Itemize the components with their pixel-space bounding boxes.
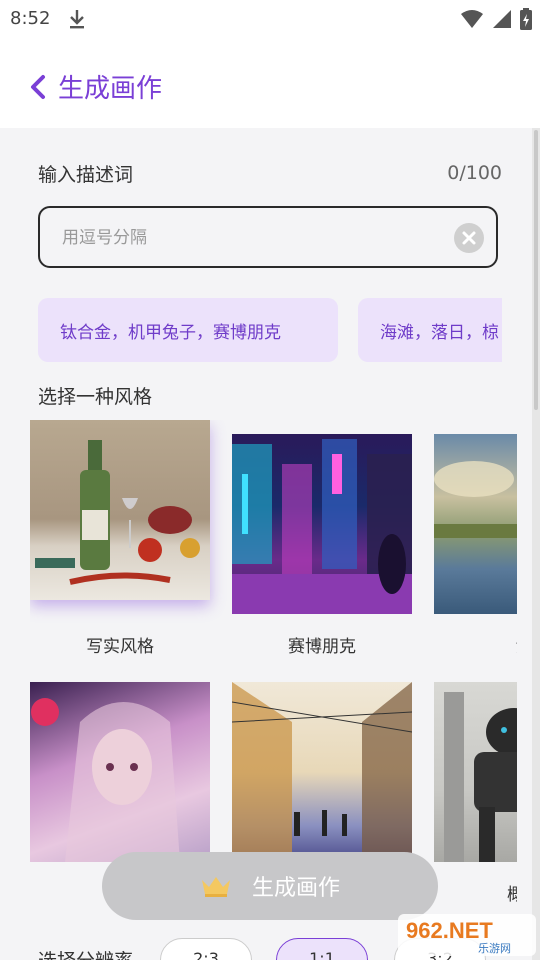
- watercolor-street-image: [232, 682, 412, 862]
- concept-robot-image: [444, 692, 517, 862]
- status-icons: [460, 8, 532, 30]
- scrollbar-thumb[interactable]: [534, 130, 538, 410]
- resolution-option-1-1[interactable]: 1:1: [276, 938, 368, 960]
- scrollbar[interactable]: [532, 128, 540, 960]
- style-card-concept[interactable]: 概念: [434, 682, 517, 908]
- char-counter: 0/100: [447, 162, 502, 184]
- anime-girl-image: [31, 698, 180, 862]
- style-caption: 写实风格: [86, 637, 154, 657]
- description-label: 输入描述词: [38, 164, 134, 186]
- suggestion-chip[interactable]: 海滩，落日，椋: [358, 298, 502, 362]
- app-header: 生成画作: [0, 38, 540, 128]
- style-card-oil[interactable]: 油: [434, 434, 517, 660]
- style-thumbnail: [30, 420, 210, 600]
- signal-icon: [493, 10, 511, 28]
- resolution-option-2-3[interactable]: 2:3: [160, 938, 252, 960]
- site-watermark-logo: 962.NET 乐游网: [398, 914, 536, 956]
- description-input[interactable]: [60, 208, 444, 268]
- generate-button-label: 生成画作: [251, 876, 340, 901]
- style-card-cyberpunk[interactable]: 赛博朋克: [232, 434, 412, 660]
- back-chevron-icon[interactable]: [28, 74, 48, 100]
- style-caption: 赛博朋克: [288, 637, 356, 657]
- watermark-text: 962.NET: [406, 918, 493, 943]
- status-time: 8:52: [10, 8, 51, 29]
- download-icon: [70, 10, 84, 29]
- style-caption: 油: [434, 632, 518, 657]
- style-section-label: 选择一种风格: [38, 386, 153, 408]
- generate-button[interactable]: 生成画作: [102, 852, 438, 920]
- page-title: 生成画作: [58, 74, 163, 104]
- clear-input-button[interactable]: [454, 223, 484, 253]
- watermark-subtext: 乐游网: [478, 942, 511, 955]
- style-thumbnail: [434, 682, 517, 862]
- resolution-option-label: 2:3: [193, 949, 219, 960]
- style-thumbnail: [232, 434, 412, 614]
- still-life-image: [35, 440, 200, 585]
- main-content: 输入描述词 0/100 钛合金，机甲兔子，赛博朋克 海滩，落日，椋 选择一种风格: [0, 128, 532, 960]
- suggestion-chip-label: 海滩，落日，椋: [380, 322, 499, 343]
- style-thumbnail: [434, 434, 517, 614]
- oil-landscape-image: [434, 461, 517, 538]
- suggestion-chips: 钛合金，机甲兔子，赛博朋克 海滩，落日，椋: [38, 298, 502, 364]
- suggestion-chip[interactable]: 钛合金，机甲兔子，赛博朋克: [38, 298, 338, 362]
- suggestion-chip-label: 钛合金，机甲兔子，赛博朋克: [60, 322, 281, 343]
- resolution-option-label: 1:1: [309, 949, 335, 960]
- style-caption: 概念: [507, 885, 517, 905]
- status-bar: 8:52: [0, 0, 540, 38]
- crown-icon: [201, 877, 230, 897]
- battery-icon: [520, 8, 532, 30]
- style-card-realistic[interactable]: 写实风格: [30, 420, 210, 660]
- wifi-icon: [461, 10, 483, 28]
- description-field: [38, 206, 498, 268]
- cyberpunk-city-image: [232, 439, 412, 614]
- resolution-label: 选择分辨率: [38, 946, 133, 960]
- style-thumbnail: [30, 682, 210, 862]
- style-thumbnail: [232, 682, 412, 862]
- close-icon: [462, 231, 476, 245]
